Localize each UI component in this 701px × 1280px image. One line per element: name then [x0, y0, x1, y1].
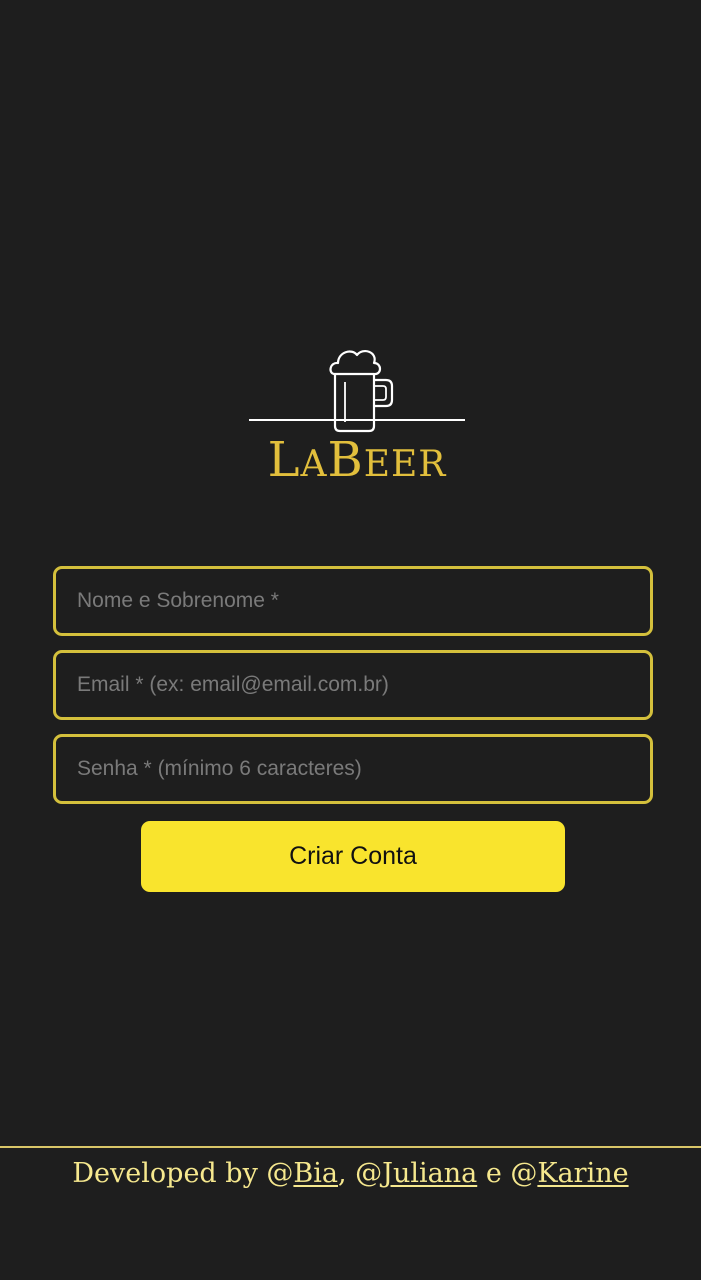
footer-divider	[0, 1146, 701, 1148]
email-input[interactable]	[75, 672, 650, 698]
password-input[interactable]	[75, 756, 650, 782]
create-account-button[interactable]: Criar Conta	[141, 821, 565, 892]
name-input[interactable]	[75, 588, 650, 614]
email-field-box	[53, 650, 653, 720]
dev-link-karine[interactable]: Karine	[537, 1158, 628, 1189]
name-field-box	[53, 566, 653, 636]
footer-prefix: Developed by @	[72, 1158, 294, 1189]
brand-initial-b: B	[327, 432, 364, 488]
brand-name-part-a: A	[300, 444, 328, 485]
footer-credits: Developed by @Bia, @Juliana e @Karine	[0, 1158, 701, 1189]
brand-initial-l: L	[267, 432, 301, 488]
password-field-box	[53, 734, 653, 804]
footer-separator-1: , @	[337, 1158, 383, 1189]
brand-logo: LABEER	[246, 344, 468, 494]
dev-link-juliana[interactable]: Juliana	[382, 1158, 477, 1189]
signup-form	[53, 566, 653, 818]
brand-name-part-eer: EER	[363, 444, 447, 485]
brand-name: LABEER	[246, 436, 468, 484]
dev-link-bia[interactable]: Bia	[293, 1158, 338, 1189]
beer-mug-icon	[249, 350, 465, 433]
footer-separator-2: e @	[477, 1158, 538, 1189]
